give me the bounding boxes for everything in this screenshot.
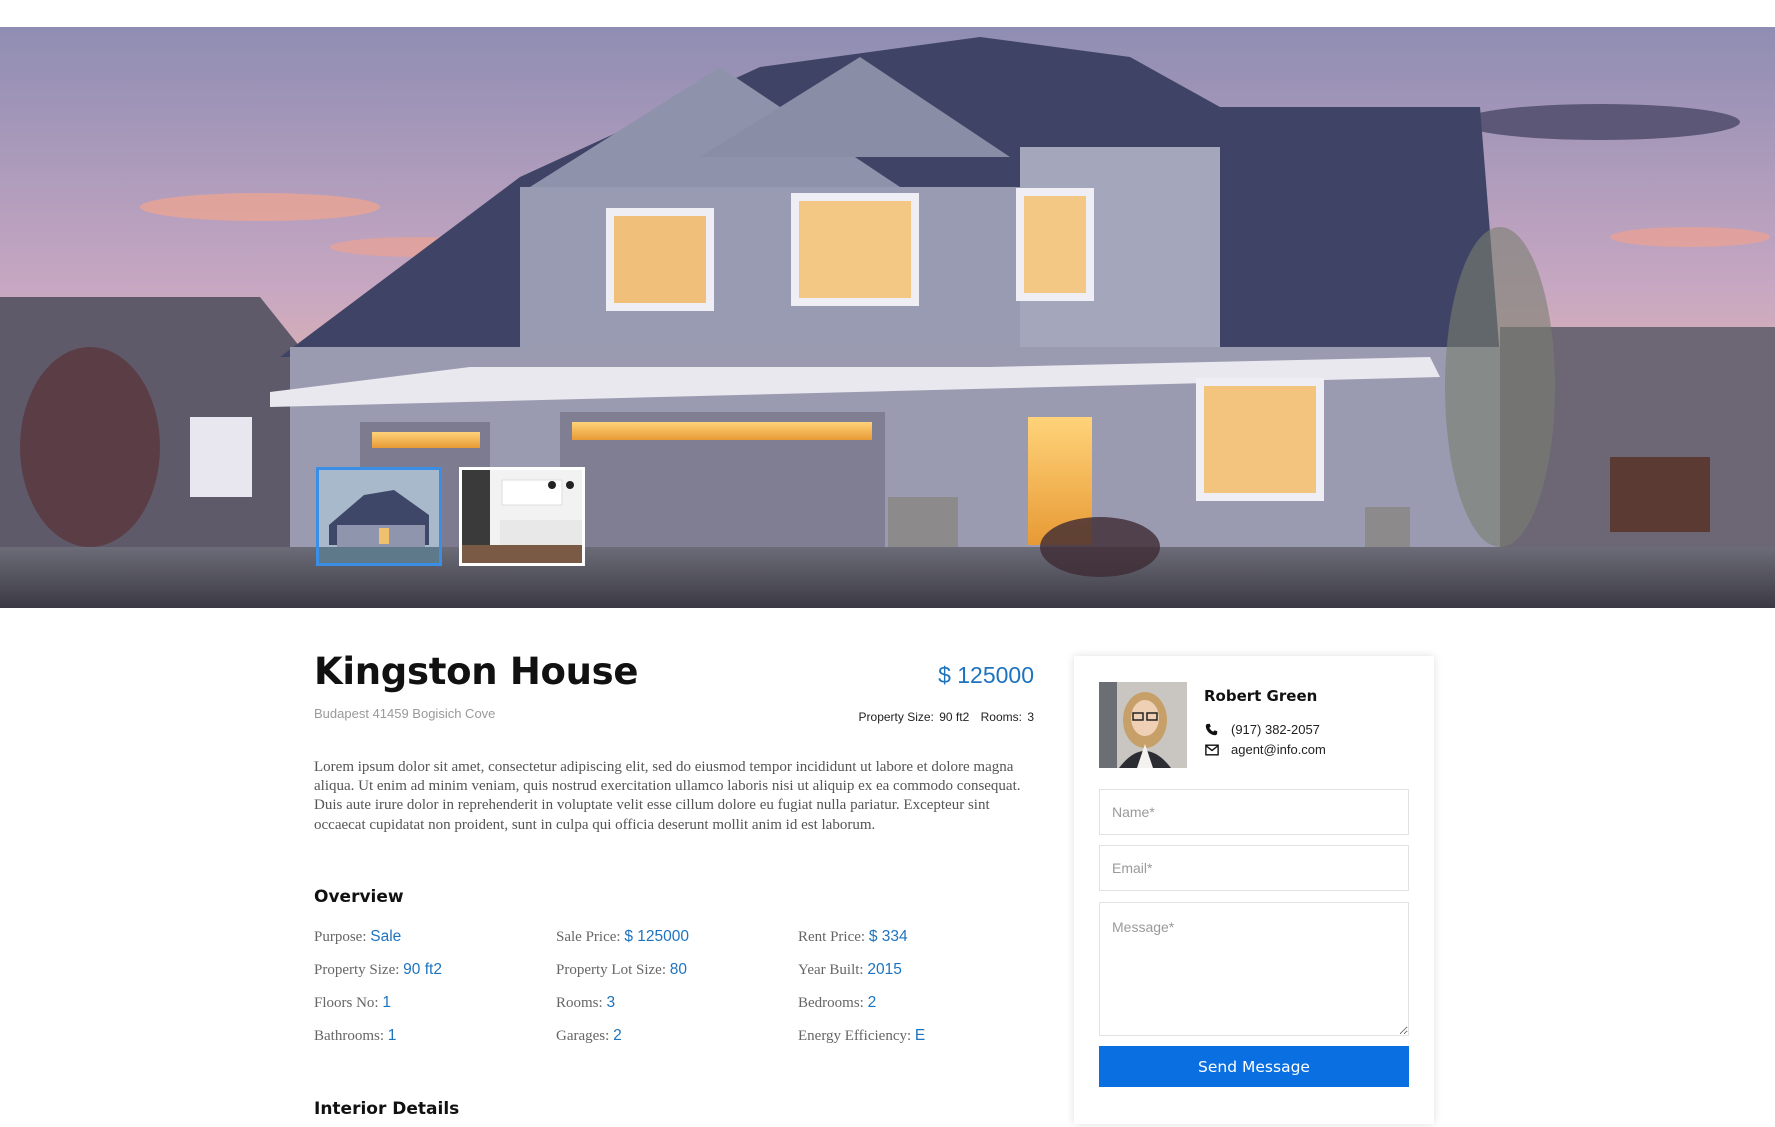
overview-item-value: E (914, 1027, 926, 1044)
overview-item: Rooms: 3 (556, 994, 798, 1013)
overview-item-value: Sale (370, 928, 402, 945)
property-size-value: 90 ft2 (939, 710, 970, 724)
overview-heading: Overview (314, 887, 404, 907)
overview-item-value: $ 334 (868, 928, 908, 945)
overview-item-label: Year Built: (798, 962, 864, 978)
envelope-icon (1204, 742, 1219, 757)
agent-photo (1099, 682, 1187, 768)
house-photo (0, 27, 1775, 608)
top-bar (0, 0, 1775, 27)
overview-item: Garages: 2 (556, 1027, 798, 1046)
gallery-thumbnails (316, 467, 585, 566)
overview-item-label: Sale Price: (556, 929, 621, 945)
overview-item-label: Floors No: (314, 995, 379, 1011)
overview-item-label: Rooms: (556, 995, 603, 1011)
overview-item-label: Garages: (556, 1028, 610, 1044)
property-rooms-value: 3 (1027, 710, 1034, 724)
overview-item: Year Built: 2015 (798, 961, 1044, 980)
thumbnail-kitchen-interior[interactable] (459, 467, 585, 566)
overview-item-value: 2 (613, 1027, 622, 1044)
overview-item: Floors No: 1 (314, 994, 556, 1013)
overview-item-label: Property Size: (314, 962, 400, 978)
agent-phone[interactable]: (917) 382-2057 (1231, 722, 1320, 737)
overview-item-value: 90 ft2 (403, 961, 442, 978)
phone-icon (1204, 722, 1219, 737)
overview-item-value: $ 125000 (624, 928, 689, 945)
overview-item: Purpose: Sale (314, 928, 556, 947)
property-meta: Property Size: 90 ft2 Rooms: 3 (851, 710, 1034, 724)
overview-item-value: 3 (606, 994, 616, 1011)
send-message-button[interactable]: Send Message (1099, 1046, 1409, 1087)
overview-item-value: 2 (867, 994, 877, 1011)
agent-name: Robert Green (1204, 687, 1318, 705)
overview-item-value: 1 (387, 1027, 397, 1044)
overview-item-label: Rent Price: (798, 929, 866, 945)
agent-phone-row: (917) 382-2057 (1204, 722, 1320, 737)
overview-item-label: Property Lot Size: (556, 962, 666, 978)
overview-item: Property Size: 90 ft2 (314, 961, 556, 980)
overview-item-value: 1 (382, 994, 391, 1011)
property-size-label: Property Size: (858, 710, 934, 724)
thumbnail-kitchen-image (462, 470, 582, 563)
property-title: Kingston House (314, 650, 639, 693)
name-field[interactable] (1099, 789, 1409, 835)
overview-item: Energy Efficiency: E (798, 1027, 1044, 1046)
agent-email[interactable]: agent@info.com (1231, 742, 1326, 757)
overview-item-label: Purpose: (314, 929, 367, 945)
property-address: Budapest 41459 Bogisich Cove (314, 706, 496, 721)
thumbnail-house-exterior[interactable] (316, 467, 442, 566)
overview-item-label: Bedrooms: (798, 995, 864, 1011)
agent-email-row: agent@info.com (1204, 742, 1326, 757)
overview-item-value: 80 (669, 961, 687, 978)
interior-details-heading: Interior Details (314, 1099, 460, 1119)
overview-item-label: Bathrooms: (314, 1028, 384, 1044)
property-description: Lorem ipsum dolor sit amet, consectetur … (314, 759, 1021, 833)
overview-item: Bathrooms: 1 (314, 1027, 556, 1046)
overview-item: Property Lot Size: 80 (556, 961, 798, 980)
property-price: $ 125000 (938, 662, 1034, 688)
property-details: Kingston House Budapest 41459 Bogisich C… (314, 650, 1034, 1119)
property-rooms-label: Rooms: (980, 710, 1022, 724)
thumbnail-exterior-image (319, 470, 439, 563)
message-field[interactable] (1099, 902, 1409, 1036)
overview-item-value: 2015 (867, 961, 902, 978)
overview-grid: Purpose: Sale Sale Price: $ 125000 Rent Pr… (314, 928, 1044, 1046)
email-field[interactable] (1099, 845, 1409, 891)
agent-avatar (1099, 682, 1187, 768)
overview-item: Bedrooms: 2 (798, 994, 1044, 1013)
overview-item: Rent Price: $ 334 (798, 928, 1044, 947)
hero-image (0, 27, 1775, 608)
overview-item-label: Energy Efficiency: (798, 1028, 912, 1044)
agent-contact-card: Robert Green (917) 382-2057 agent@info.c… (1074, 656, 1434, 1124)
overview-item: Sale Price: $ 125000 (556, 928, 798, 947)
